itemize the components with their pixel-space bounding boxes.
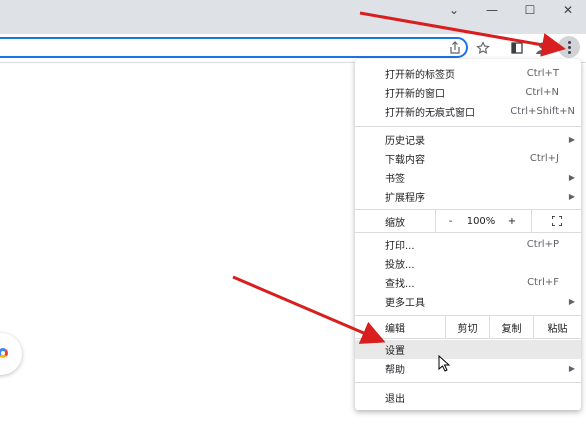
annotation-arrows xyxy=(232,11,566,344)
arrow-to-settings xyxy=(232,275,386,344)
arrow-to-menu-button xyxy=(359,11,566,57)
